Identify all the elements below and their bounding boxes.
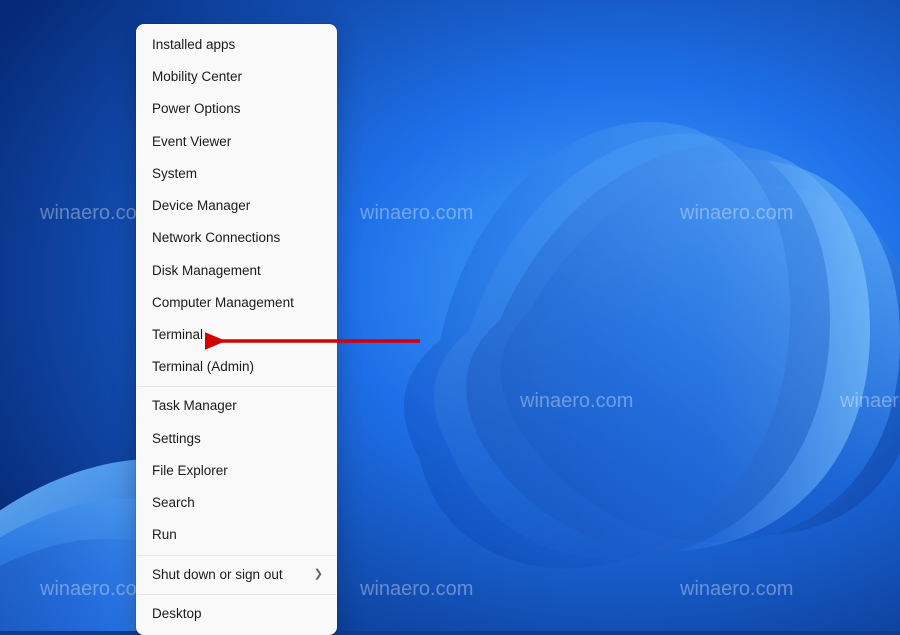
menu-item-mobility-center[interactable]: Mobility Center xyxy=(136,61,337,93)
menu-item-run[interactable]: Run xyxy=(136,519,337,551)
winx-context-menu: Installed apps Mobility Center Power Optio… xyxy=(136,24,337,635)
menu-item-label: File Explorer xyxy=(152,462,228,480)
menu-item-label: Terminal (Admin) xyxy=(152,358,254,376)
menu-item-label: Shut down or sign out xyxy=(152,566,283,584)
menu-item-label: Run xyxy=(152,526,177,544)
menu-item-label: Disk Management xyxy=(152,262,261,280)
menu-item-desktop[interactable]: Desktop xyxy=(136,598,337,630)
menu-item-label: Search xyxy=(152,494,195,512)
menu-item-task-manager[interactable]: Task Manager xyxy=(136,390,337,422)
menu-item-label: Task Manager xyxy=(152,397,237,415)
menu-item-power-options[interactable]: Power Options xyxy=(136,93,337,125)
menu-item-terminal-admin[interactable]: Terminal (Admin) xyxy=(136,351,337,383)
menu-item-label: Mobility Center xyxy=(152,68,242,86)
menu-item-network-connections[interactable]: Network Connections xyxy=(136,222,337,254)
menu-item-label: System xyxy=(152,165,197,183)
menu-item-device-manager[interactable]: Device Manager xyxy=(136,190,337,222)
menu-item-label: Network Connections xyxy=(152,229,280,247)
menu-item-computer-management[interactable]: Computer Management xyxy=(136,287,337,319)
menu-item-shutdown[interactable]: Shut down or sign out ❯ xyxy=(136,559,337,591)
menu-item-file-explorer[interactable]: File Explorer xyxy=(136,455,337,487)
menu-item-label: Desktop xyxy=(152,605,202,623)
menu-item-system[interactable]: System xyxy=(136,158,337,190)
menu-item-label: Installed apps xyxy=(152,36,235,54)
chevron-right-icon: ❯ xyxy=(314,567,323,582)
menu-item-label: Event Viewer xyxy=(152,133,231,151)
menu-item-disk-management[interactable]: Disk Management xyxy=(136,255,337,287)
menu-item-search[interactable]: Search xyxy=(136,487,337,519)
menu-item-settings[interactable]: Settings xyxy=(136,423,337,455)
menu-separator xyxy=(137,386,336,387)
menu-separator xyxy=(137,594,336,595)
menu-item-installed-apps[interactable]: Installed apps xyxy=(136,29,337,61)
menu-item-label: Computer Management xyxy=(152,294,294,312)
menu-item-label: Terminal xyxy=(152,326,203,344)
menu-item-terminal[interactable]: Terminal xyxy=(136,319,337,351)
menu-item-label: Settings xyxy=(152,430,201,448)
menu-item-event-viewer[interactable]: Event Viewer xyxy=(136,126,337,158)
menu-item-label: Device Manager xyxy=(152,197,250,215)
menu-separator xyxy=(137,555,336,556)
menu-item-label: Power Options xyxy=(152,100,241,118)
desktop-wallpaper xyxy=(0,0,900,631)
